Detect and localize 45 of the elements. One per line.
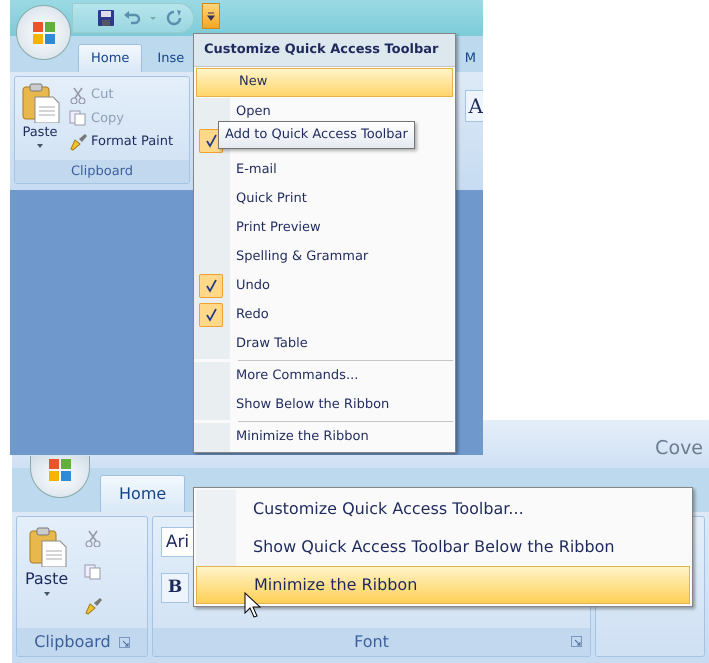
ribbon-tab[interactable]: Home <box>100 475 186 512</box>
scissors-icon <box>69 86 87 104</box>
menu-item[interactable]: Quick Print <box>194 184 455 214</box>
font-size-button[interactable]: A <box>464 90 483 122</box>
menu-item[interactable]: Minimize the Ribbon <box>194 422 455 452</box>
redo-icon[interactable] <box>165 9 183 27</box>
checkbox[interactable] <box>199 274 223 298</box>
menu-header: Customize Quick Access Toolbar <box>194 34 455 66</box>
button-label: Paste <box>25 568 68 590</box>
menu-item[interactable]: Undo <box>194 272 455 300</box>
tooltip: Add to Quick Access Toolbar <box>218 121 415 148</box>
menu-item[interactable]: E-mail <box>194 156 455 184</box>
group-title: Clipboard <box>15 160 189 183</box>
paste-button[interactable]: Paste <box>19 81 61 156</box>
group-title: Clipboard <box>34 631 111 653</box>
menu-item[interactable]: Draw Table <box>194 330 455 358</box>
button-label: Paste <box>22 124 58 142</box>
brush-icon <box>84 597 102 615</box>
dialog-launcher-icon[interactable] <box>571 636 582 647</box>
ribbon-command[interactable]: Format Paint <box>69 132 174 152</box>
bold-button[interactable]: B <box>160 573 190 602</box>
save-icon[interactable] <box>97 9 115 27</box>
copy-icon <box>69 109 87 128</box>
ribbon-tab[interactable]: Home <box>78 44 142 72</box>
menu-item[interactable]: Spelling & Grammar <box>194 242 455 272</box>
menu-item[interactable]: Minimize the Ribbon <box>196 566 690 604</box>
dropdown-icon <box>206 11 216 21</box>
scissors-icon <box>84 529 102 547</box>
menu-item[interactable]: New <box>196 68 453 96</box>
menu-item[interactable]: More Commands... <box>194 362 455 390</box>
office-logo-icon <box>46 456 74 484</box>
caret-icon <box>42 591 51 597</box>
brush-icon <box>69 132 87 151</box>
window-title: Cove <box>655 436 703 461</box>
customize-button[interactable] <box>202 3 220 29</box>
caret-icon <box>36 142 44 148</box>
checkbox[interactable] <box>199 303 223 327</box>
menu-item[interactable]: Redo <box>194 300 455 330</box>
group-title: Font <box>354 631 389 653</box>
menu-item[interactable]: Show Below the Ribbon <box>194 390 455 420</box>
paste-button[interactable]: Paste <box>25 525 68 620</box>
menu-item[interactable]: Print Preview <box>194 214 455 242</box>
copy-icon <box>84 563 102 581</box>
dialog-launcher-icon[interactable] <box>118 636 130 648</box>
undo-icon[interactable] <box>123 9 141 27</box>
